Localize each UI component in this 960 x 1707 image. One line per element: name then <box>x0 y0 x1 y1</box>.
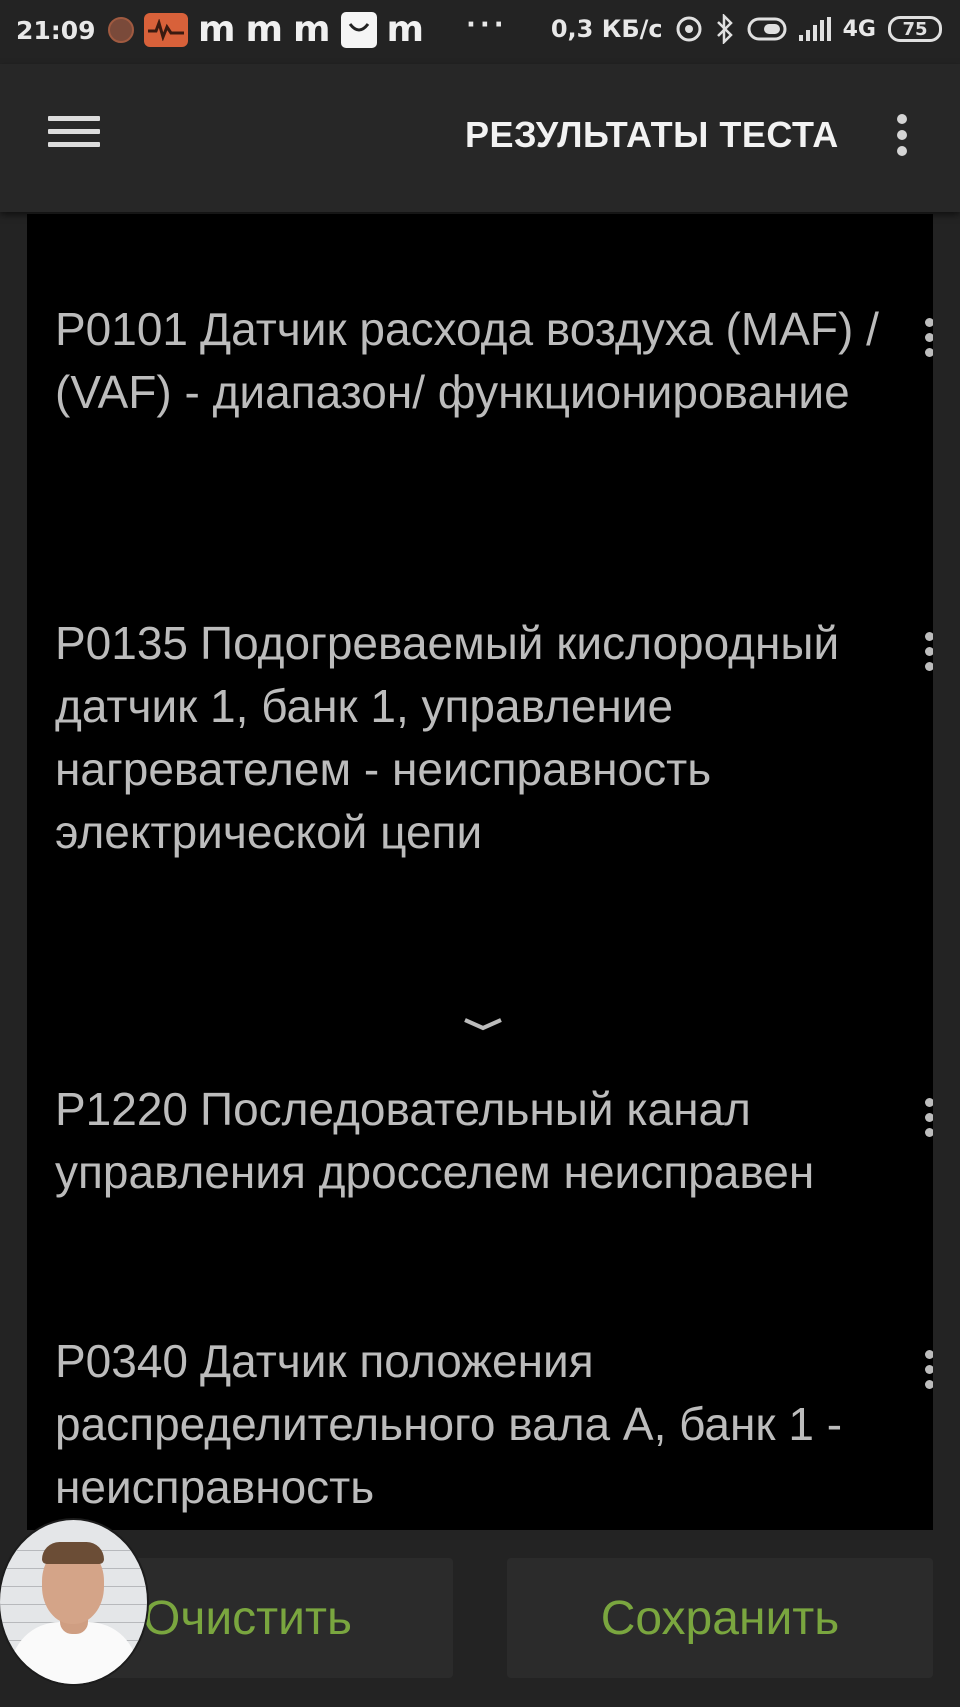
list-item[interactable]: P0135 Подогреваемый кислородный датчик 1,… <box>55 612 895 864</box>
hamburger-menu-icon[interactable] <box>48 116 100 156</box>
trouble-code: P0135 <box>55 617 189 669</box>
item-more-icon[interactable] <box>917 1350 933 1394</box>
chevron-down-icon <box>464 1018 502 1031</box>
obd-app-icon <box>108 17 134 43</box>
toggle-icon <box>747 17 787 41</box>
list-item[interactable]: P0340 Датчик положения распределительного… <box>55 1330 895 1519</box>
more-vert-icon[interactable] <box>890 114 914 162</box>
results-list[interactable]: P0101 Датчик расхода воздуха (MAF) / (VAF… <box>27 214 933 1530</box>
notification-icons: m m m m <box>108 12 424 48</box>
clear-button-label: Очистить <box>143 1591 352 1645</box>
trouble-code: P0340 <box>55 1335 189 1387</box>
battery-level: 75 <box>902 18 928 40</box>
bluetooth-icon <box>716 14 733 44</box>
save-button-label: Сохранить <box>600 1591 840 1645</box>
system-icons: 0,3 КБ/с 4G 75 <box>551 14 942 44</box>
net-speed: 0,3 КБ/с <box>550 15 663 43</box>
item-more-icon[interactable] <box>917 318 933 362</box>
list-item[interactable]: P0101 Датчик расхода воздуха (MAF) / (VAF… <box>55 298 895 424</box>
app-letter: m <box>386 9 425 50</box>
avatar <box>0 1520 147 1684</box>
save-button[interactable]: Сохранить <box>507 1558 933 1678</box>
trouble-code: P1220 <box>55 1083 189 1135</box>
page-title: РЕЗУЛЬТАТЫ ТЕСТА <box>465 114 839 155</box>
network-type: 4G <box>842 16 876 42</box>
more-notifications-icon: ··· <box>466 10 508 40</box>
heart-monitor-icon <box>144 13 188 47</box>
hotspot-icon <box>676 16 702 42</box>
signal-icon <box>798 17 831 41</box>
app-letter: m <box>245 9 284 50</box>
list-item[interactable]: P1220 Последовательный канал управления д… <box>55 1078 895 1204</box>
clock: 21:09 <box>16 16 96 45</box>
app-bar: РЕЗУЛЬТАТЫ ТЕСТА <box>0 64 960 212</box>
trouble-code: P0101 <box>55 303 189 355</box>
shopping-bag-icon <box>340 12 377 48</box>
status-bar: 21:09 m m m m ··· 0,3 КБ/с 4G 75 <box>0 0 960 64</box>
battery-icon: 75 <box>888 16 942 42</box>
app-letter: m <box>198 9 236 50</box>
item-more-icon[interactable] <box>917 632 933 676</box>
item-more-icon[interactable] <box>917 1098 933 1142</box>
app-letter: m <box>293 9 331 50</box>
